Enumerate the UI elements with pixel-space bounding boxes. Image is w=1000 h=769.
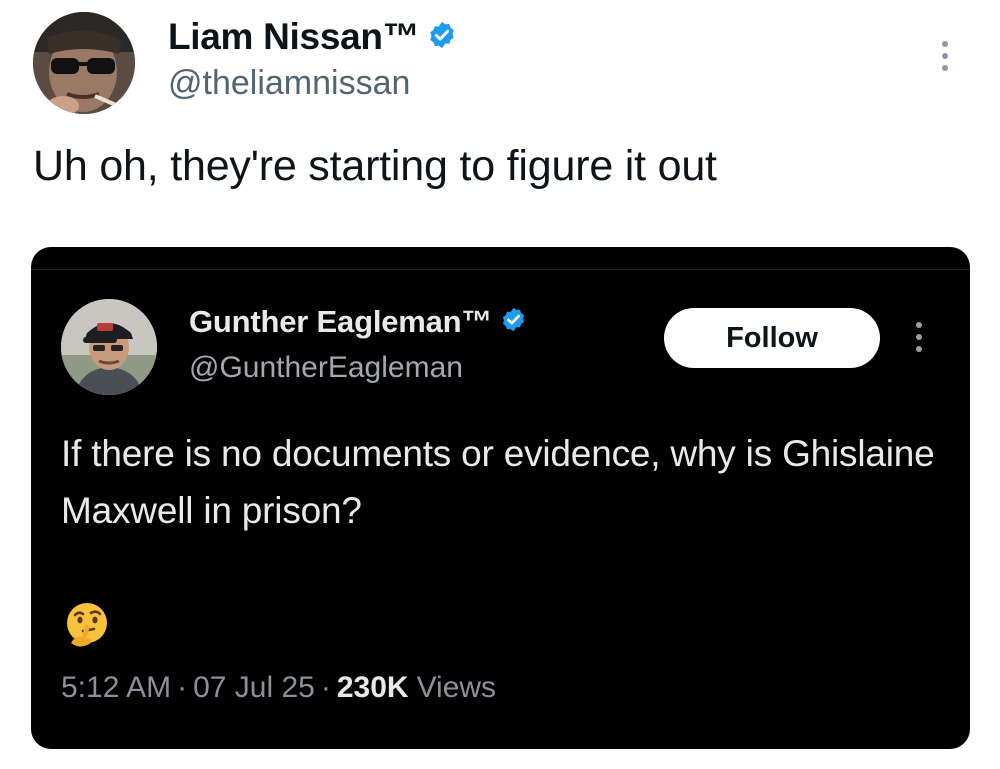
views-label: Views xyxy=(416,671,497,704)
separator: · xyxy=(177,671,188,704)
author-handle[interactable]: @theliamnissan xyxy=(168,64,410,103)
outer-tweet-header: Liam Nissan™ @theliamnissan xyxy=(0,0,1000,130)
author-name-row: Liam Nissan™ xyxy=(168,16,457,58)
quoted-tweet-card[interactable]: Gunther Eagleman™ @GuntherEagleman Follo… xyxy=(31,247,970,749)
author-name[interactable]: Gunther Eagleman™ xyxy=(189,304,492,340)
tweet-text: If there is no documents or evidence, wh… xyxy=(61,433,935,531)
tweet-time[interactable]: 5:12 AM xyxy=(61,671,171,705)
thinking-face-icon xyxy=(61,599,113,651)
author-name[interactable]: Liam Nissan™ xyxy=(168,16,420,58)
avatar[interactable] xyxy=(33,12,135,114)
author-handle[interactable]: @GuntherEagleman xyxy=(189,351,463,385)
tweet-text: Uh oh, they're starting to figure it out xyxy=(33,142,717,190)
follow-button[interactable]: Follow xyxy=(664,308,880,368)
views-count: 230K xyxy=(336,671,409,704)
separator: · xyxy=(320,671,331,704)
author-name-row: Gunther Eagleman™ xyxy=(189,304,527,340)
verified-badge-icon xyxy=(427,20,457,55)
more-options-icon[interactable] xyxy=(904,317,934,357)
tweet-meta: 5:12 AM · 07 Jul 25 · 230K Views xyxy=(61,671,496,705)
divider xyxy=(31,269,970,270)
avatar-image xyxy=(61,299,157,395)
avatar[interactable] xyxy=(61,299,157,395)
more-options-icon[interactable] xyxy=(928,36,962,76)
avatar-image xyxy=(33,12,135,114)
tweet-date[interactable]: 07 Jul 25 xyxy=(193,671,315,705)
verified-badge-icon xyxy=(500,306,527,338)
